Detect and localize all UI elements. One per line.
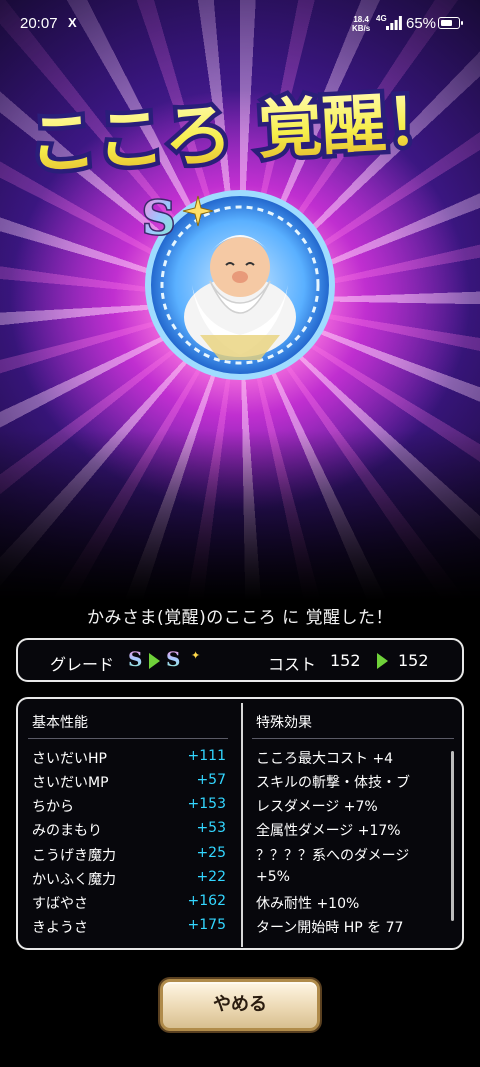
stat-row: かいふく魔力 +22 <box>32 869 226 893</box>
stat-row: すばやさ +162 <box>32 893 226 917</box>
quit-button[interactable]: やめる <box>160 979 320 1031</box>
stat-row: みのまもり +53 <box>32 820 226 844</box>
stat-name: きようさ <box>32 920 88 936</box>
stat-row: こうげき魔力 +25 <box>32 845 226 869</box>
special-effects-header: 特殊効果 <box>256 715 312 731</box>
cost-after: 152 <box>398 651 429 670</box>
stat-row: ちから +153 <box>32 796 226 820</box>
effect-line: こころ最大コスト +4 <box>256 751 394 767</box>
cost-arrow-icon <box>377 653 388 669</box>
stat-value: +153 <box>187 796 226 812</box>
grade-after: S <box>166 647 181 671</box>
stat-name: こうげき魔力 <box>32 848 116 864</box>
column-divider <box>241 703 243 947</box>
stat-name: ちから <box>32 799 74 815</box>
stat-name: さいだいMP <box>32 775 109 791</box>
effect-line: 全属性ダメージ +17% <box>256 823 401 839</box>
effect-line: ？？？？系へのダメージ <box>256 848 410 864</box>
stats-panel: 基本性能 特殊効果 さいだいHP +111 さいだいMP +57 ちから +15… <box>16 697 464 950</box>
title-kokoro: こころ <box>26 95 234 185</box>
grade-arrow-icon <box>149 653 160 669</box>
grade-label: グレード <box>50 655 115 674</box>
effect-line: +5% <box>256 869 290 885</box>
x-app-icon: X <box>68 15 77 30</box>
effects-scrollbar[interactable] <box>451 751 454 921</box>
effect-line: スキルの斬撃・体技・ブ <box>256 775 410 791</box>
awakening-title: こころ 覚醒！ <box>0 75 480 185</box>
grade-s-badge-icon: S <box>141 190 214 247</box>
effect-line: ターン開始時 HP を 77 <box>256 920 404 936</box>
status-time: 20:07 <box>20 15 58 32</box>
stat-value: +111 <box>187 748 226 764</box>
basic-stats-header: 基本性能 <box>32 715 88 731</box>
cost-before: 152 <box>330 651 361 670</box>
battery-percent: 65% <box>406 15 437 32</box>
title-kakusei: 覚醒！ <box>256 84 452 168</box>
stat-name: さいだいHP <box>32 751 107 767</box>
stat-value: +175 <box>187 917 226 933</box>
cost-label: コスト <box>268 655 317 674</box>
effect-line: レスダメージ +7% <box>256 799 378 815</box>
status-bar: 20:07 X 18.4 KB/s 4G 65% <box>0 0 480 46</box>
awakening-message: かみさま(覚醒)のこころ に 覚醒した！ <box>86 608 394 628</box>
stat-name: みのまもり <box>32 823 102 839</box>
stat-name: すばやさ <box>32 896 88 912</box>
stat-row: さいだいMP +57 <box>32 772 226 796</box>
stat-value: +162 <box>187 893 226 909</box>
stat-name: かいふく魔力 <box>32 872 116 888</box>
grade-cost-panel: グレード S S ✦ コスト 152 152 <box>16 638 464 682</box>
effect-line: 休み耐性 +10% <box>256 896 360 912</box>
stat-value: +57 <box>196 772 226 788</box>
sparkle-icon: ✦ <box>191 649 201 662</box>
signal-icon <box>386 16 402 30</box>
stat-value: +22 <box>196 869 226 885</box>
network-rate: 18.4 KB/s <box>352 15 371 33</box>
grade-before: S <box>128 647 143 671</box>
stat-value: +53 <box>196 820 226 836</box>
battery-icon <box>438 17 463 29</box>
stat-row: さいだいHP +111 <box>32 748 226 772</box>
stat-row: きようさ +175 <box>32 917 226 941</box>
svg-text:S: S <box>142 191 175 245</box>
stat-value: +25 <box>196 845 226 861</box>
